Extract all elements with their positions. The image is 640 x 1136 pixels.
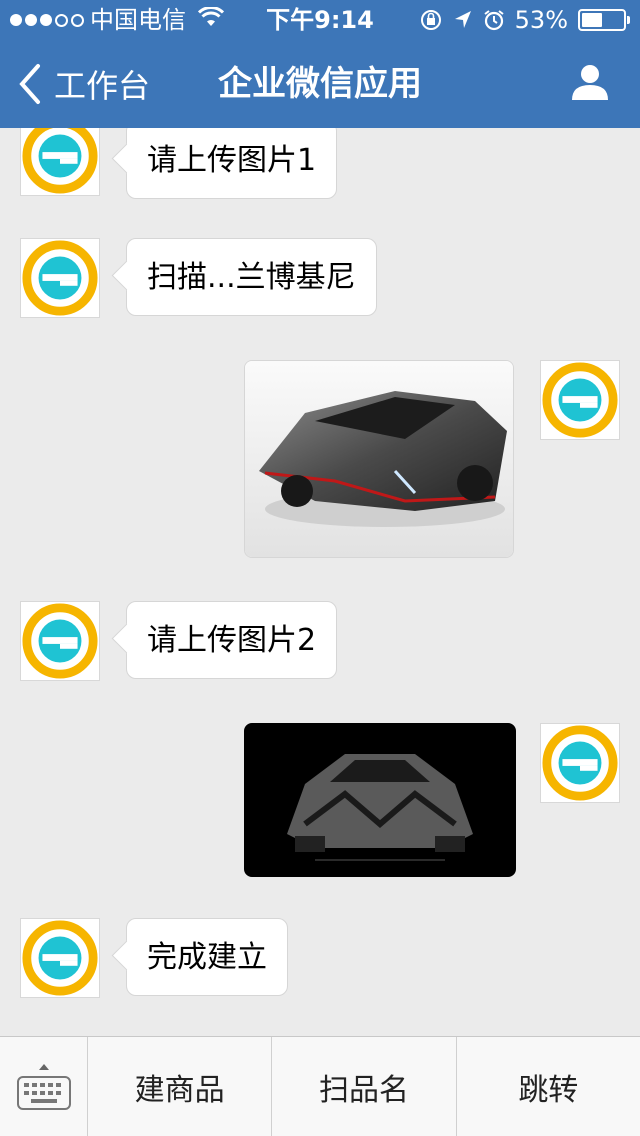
- keyboard-icon: [16, 1075, 71, 1110]
- menu-button-scan-product-name[interactable]: 扫品名: [272, 1037, 457, 1136]
- sent-image[interactable]: [244, 360, 514, 558]
- location-icon: [454, 11, 471, 28]
- message-bubble: 请上传图片2: [126, 601, 338, 679]
- sent-image[interactable]: [244, 723, 516, 877]
- app-logo-icon: [22, 240, 98, 316]
- message-bubble: 请上传图片1: [126, 128, 338, 199]
- menu-button-create-product[interactable]: 建商品: [88, 1037, 273, 1136]
- chevron-up-icon: [38, 1063, 49, 1070]
- message-text: 完成建立: [147, 940, 267, 975]
- app-logo-icon: [542, 725, 618, 801]
- chat-area[interactable]: 请上传图片1 扫描...兰博基尼 请上传图片2 完成建立: [0, 128, 640, 1036]
- app-logo-icon: [22, 920, 98, 996]
- status-bar: 中国电信 下午9:14 53%: [0, 0, 640, 40]
- app-logo-icon: [542, 362, 618, 438]
- orientation-lock-icon: [420, 10, 441, 30]
- sports-car-image: [245, 361, 513, 557]
- keyboard-toggle-button[interactable]: [0, 1037, 88, 1136]
- message-bubble: 扫描...兰博基尼: [126, 238, 377, 316]
- navigation-bar: 工作台 企业微信应用: [0, 40, 640, 128]
- avatar[interactable]: [20, 128, 100, 196]
- top-bar: 中国电信 下午9:14 53% 工作台 企业微信应用: [0, 0, 640, 128]
- message-bubble: 完成建立: [126, 918, 288, 996]
- sports-car-image: [245, 724, 515, 876]
- app-logo-icon: [22, 128, 98, 194]
- message-text: 请上传图片1: [147, 143, 317, 178]
- app-logo-icon: [22, 603, 98, 679]
- bottom-menu-bar: 建商品 扫品名 跳转: [0, 1036, 640, 1136]
- battery-icon: [578, 9, 630, 31]
- message-text: 请上传图片2: [147, 623, 317, 658]
- avatar[interactable]: [540, 360, 620, 440]
- menu-button-redirect[interactable]: 跳转: [457, 1037, 640, 1136]
- message-text: 扫描...兰博基尼: [147, 260, 356, 295]
- avatar[interactable]: [20, 601, 100, 681]
- avatar[interactable]: [20, 918, 100, 998]
- avatar[interactable]: [20, 238, 100, 318]
- battery-percent: 53%: [514, 6, 568, 34]
- alarm-icon: [484, 10, 504, 31]
- avatar[interactable]: [540, 723, 620, 803]
- user-profile-icon[interactable]: [570, 62, 610, 102]
- page-title: 企业微信应用: [218, 64, 422, 104]
